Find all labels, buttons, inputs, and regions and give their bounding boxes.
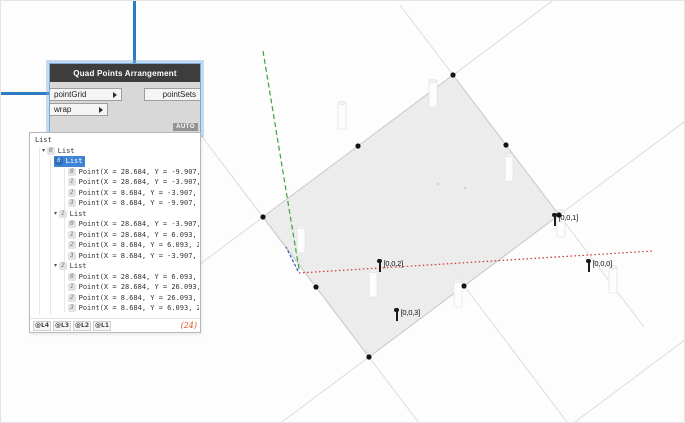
point-row[interactable]: 2 Point(X = 8.684, Y = 26.093, Z = (33, 293, 199, 304)
list-group-row-selected[interactable]: 0 List (33, 156, 199, 167)
pin-icon (586, 258, 591, 272)
collapse-arrow-icon[interactable]: ▾ (54, 209, 57, 220)
index-badge: 0 (68, 167, 76, 176)
point-row[interactable]: 3 Point(X = 8.684, Y = -9.907, Z = (33, 198, 199, 209)
watch-footer: @L4 @L3 @L2 @L1 (24) (30, 318, 200, 332)
point-row[interactable]: 3 Point(X = 8.684, Y = 6.093, Z = 1 (33, 303, 199, 314)
point-value: Point(X = 8.684, Y = 6.093, Z = 1 (78, 241, 199, 249)
chevron-right-icon (99, 106, 103, 113)
index-badge: 2 (59, 262, 67, 271)
pin-label: [0,0,3] (400, 308, 421, 317)
level-chip[interactable]: @L2 (73, 320, 91, 331)
index-badge: 0 (68, 220, 76, 229)
point-row[interactable]: 0 Point(X = 28.684, Y = 6.093, Z = (33, 272, 199, 283)
node-title[interactable]: Quad Points Arrangement (50, 64, 200, 82)
pin-label: [0,0,1] (558, 213, 579, 222)
collapse-arrow-icon[interactable]: ▾ (42, 146, 45, 157)
point-pin-000: [0,0,0] (586, 258, 613, 272)
point-value: Point(X = 8.684, Y = 26.093, Z = (78, 293, 199, 302)
port-label: pointSets (162, 90, 196, 99)
level-chip[interactable]: @L1 (93, 320, 111, 331)
node-quad-points-arrangement[interactable]: Quad Points Arrangement pointGrid pointS… (49, 63, 201, 134)
point-value: Point(X = 8.684, Y = -3.907, Z = (78, 251, 199, 260)
index-badge: 0 (55, 157, 63, 166)
point-row[interactable]: 2 Point(X = 8.684, Y = 6.093, Z = 1 (33, 240, 199, 251)
index-badge: 3 (68, 304, 76, 313)
dynamo-canvas[interactable]: [0,0,1] [0,0,0] [0,0,2] [0,0,3] Quad Poi… (0, 0, 685, 423)
item-count: (24) (180, 321, 197, 330)
index-badge: 1 (68, 178, 76, 187)
point-value: Point(X = 28.684, Y = -9.907, Z (78, 167, 199, 176)
list-label: List (69, 262, 87, 270)
node-body: pointGrid pointSets wrap AUTO (50, 82, 200, 133)
point-row[interactable]: 0 Point(X = 28.684, Y = -9.907, Z (33, 167, 199, 178)
wire-vertical[interactable] (133, 1, 136, 64)
point-value: Point(X = 28.684, Y = 26.093, Z (78, 283, 199, 291)
point-value: Point(X = 8.684, Y = 6.093, Z = 1 (78, 304, 199, 312)
chevron-right-icon (113, 91, 117, 98)
port-row-2: wrap (50, 103, 200, 116)
point-row[interactable]: 0 Point(X = 28.684, Y = -3.907, Z (33, 219, 199, 230)
point-row[interactable]: 1 Point(X = 28.684, Y = 6.093, Z = (33, 230, 199, 241)
watch-preview-panel[interactable]: List ▾ 0 List 0 List 0 Point(X = 28.684,… (29, 132, 201, 333)
list-group-row[interactable]: ▾ 1 List (33, 209, 199, 220)
watch-tree: List ▾ 0 List 0 List 0 Point(X = 28.684,… (33, 135, 199, 318)
list-outer-row[interactable]: ▾ 0 List (33, 146, 199, 157)
level-chip[interactable]: @L4 (33, 320, 51, 331)
index-badge: 2 (68, 293, 76, 302)
port-label: wrap (54, 105, 72, 114)
list-label: List (69, 209, 87, 218)
list-root-row[interactable]: List (33, 135, 199, 146)
point-pin-002: [0,0,2] (377, 258, 404, 272)
port-row-1: pointGrid pointSets (50, 88, 200, 101)
point-value: Point(X = 8.684, Y = -3.907, Z = (78, 188, 199, 197)
point-value: Point(X = 28.684, Y = -3.907, Z (78, 178, 199, 186)
point-row[interactable]: 2 Point(X = 8.684, Y = -3.907, Z = (33, 188, 199, 199)
point-row[interactable]: 1 Point(X = 28.684, Y = -3.907, Z (33, 177, 199, 188)
wire-input-pointgrid[interactable] (1, 92, 54, 95)
list-label: List (57, 146, 75, 155)
index-badge: 3 (68, 251, 76, 260)
point-value: Point(X = 28.684, Y = -3.907, Z (78, 220, 199, 228)
pin-label: [0,0,2] (383, 259, 404, 268)
pin-icon (377, 258, 382, 272)
index-badge: 0 (68, 272, 76, 281)
point-row[interactable]: 1 Point(X = 28.684, Y = 26.093, Z (33, 282, 199, 293)
point-value: Point(X = 28.684, Y = 6.093, Z = (78, 272, 199, 281)
output-port-pointsets[interactable]: pointSets (144, 88, 200, 101)
list-group-row[interactable]: ▾ 2 List (33, 261, 199, 272)
point-pin-003: [0,0,3] (394, 307, 421, 321)
point-row[interactable]: 3 Point(X = 8.684, Y = -3.907, Z = (33, 251, 199, 262)
index-badge: 1 (59, 209, 67, 218)
index-badge: 3 (68, 199, 76, 208)
selected-highlight: 0 List (54, 156, 86, 167)
index-badge: 2 (68, 188, 76, 197)
input-port-wrap[interactable]: wrap (50, 103, 108, 116)
index-badge: 2 (68, 241, 76, 250)
list-label: List (35, 136, 52, 144)
point-pin-001: [0,0,1] (552, 212, 579, 226)
point-value: Point(X = 28.684, Y = 6.093, Z = (78, 230, 199, 239)
level-chip[interactable]: @L3 (53, 320, 71, 331)
port-label: pointGrid (54, 90, 87, 99)
lacing-badge[interactable]: AUTO (173, 123, 198, 131)
pin-icon (552, 212, 557, 226)
list-label: List (65, 157, 83, 165)
collapse-arrow-icon[interactable]: ▾ (54, 261, 57, 272)
index-badge: 0 (47, 146, 55, 155)
index-badge: 1 (68, 283, 76, 292)
pin-icon (394, 307, 399, 321)
point-value: Point(X = 8.684, Y = -9.907, Z = (78, 199, 199, 207)
index-badge: 1 (68, 230, 76, 239)
input-port-pointgrid[interactable]: pointGrid (50, 88, 122, 101)
pin-label: [0,0,0] (592, 259, 613, 268)
